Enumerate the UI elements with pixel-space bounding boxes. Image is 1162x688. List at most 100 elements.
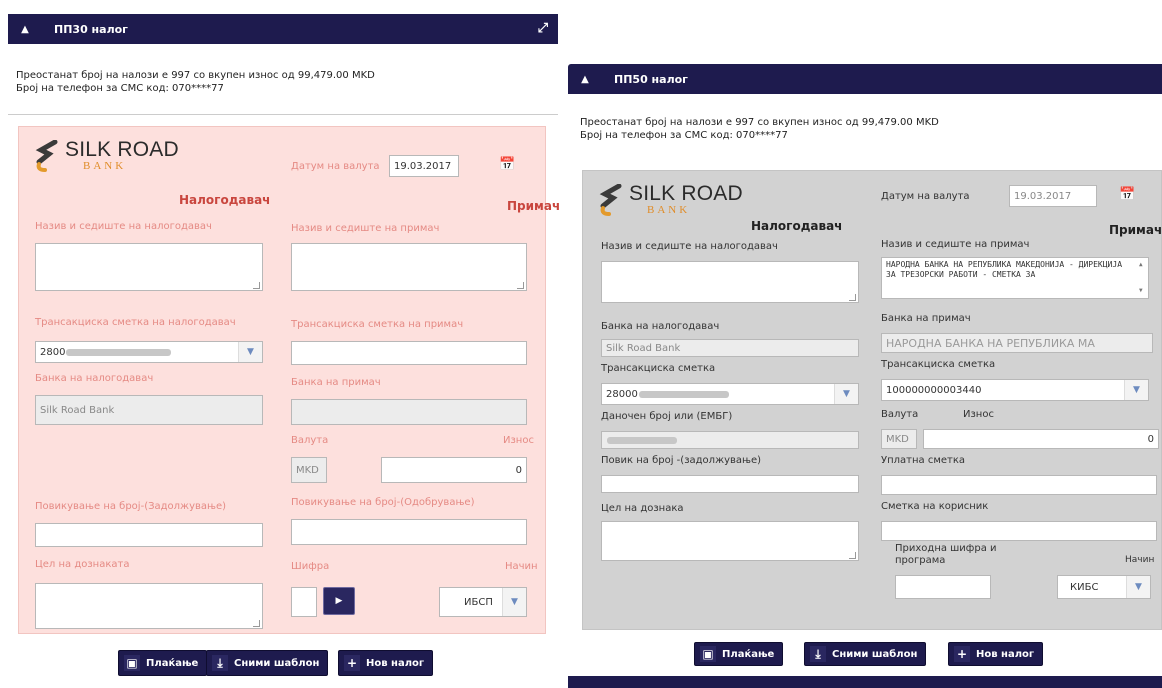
payee-account-input[interactable] xyxy=(291,341,527,365)
purpose-textarea[interactable] xyxy=(35,583,263,629)
revenue-code-label: Приходна шифра и програма xyxy=(895,543,997,566)
payer-name-label: Назив и седиште на налогодавач xyxy=(35,221,212,232)
chevron-down-icon[interactable]: ▼ xyxy=(1126,576,1150,598)
purpose-label: Цел на дознаката xyxy=(35,559,130,570)
pp50-panel-title: ПП50 налог xyxy=(614,72,688,86)
code-label: Шифра xyxy=(291,561,330,572)
payee-bank-label: Банка на примач xyxy=(291,377,381,388)
currency-label: Валута xyxy=(881,409,919,420)
next-panel-header[interactable] xyxy=(568,676,1162,688)
pay-button[interactable]: ▣ Плаќање xyxy=(694,642,784,666)
pp50-form: SILK ROAD BANK Налогодавач Датум на валу… xyxy=(582,170,1162,630)
currency-field: MKD xyxy=(881,429,917,449)
amount-value: 0 xyxy=(515,464,522,476)
code-input[interactable] xyxy=(291,587,317,617)
save-template-label: Сними шаблон xyxy=(832,648,918,660)
payee-ref-label: Повикување на број-(Одобрување) xyxy=(291,497,475,508)
method-select[interactable]: КИБС ▼ xyxy=(1057,575,1151,599)
method-label: Начин xyxy=(1125,555,1155,565)
payee-name-textarea[interactable]: НАРОДНА БАНКА НА РЕПУБЛИКА МАКЕДОНИЈА - … xyxy=(881,257,1149,299)
sms-phone-text: Број на телефон за СМС код: 070****77 xyxy=(580,130,788,141)
save-template-button[interactable]: ⤓ Сними шаблон xyxy=(804,642,927,666)
pp30-info: Преостанат број на налози е 997 со вкупе… xyxy=(16,69,375,95)
payer-ref-label: Повикување на број-(Задолжување) xyxy=(35,501,227,512)
remaining-orders-text: Преостанат број на налози е 997 со вкупе… xyxy=(580,117,939,128)
payer-account-label: Трансакциска сметка xyxy=(601,363,716,374)
payee-ref-input[interactable] xyxy=(291,519,527,545)
pp30-form: SILK ROAD BANK Налогодавач Датум на валу… xyxy=(18,126,560,634)
code-lookup-button[interactable]: ▶ xyxy=(323,587,355,615)
pp30-panel: ▲ ПП30 налог ⤢ Преостанат број на налози… xyxy=(8,14,560,688)
plus-icon: + xyxy=(344,655,360,671)
user-account-input[interactable] xyxy=(881,521,1157,541)
pay-button-label: Плаќање xyxy=(146,657,199,669)
calendar-icon[interactable]: 📅 xyxy=(499,157,515,172)
payer-name-textarea[interactable] xyxy=(601,261,859,303)
payee-name-value: НАРОДНА БАНКА НА РЕПУБЛИКА МАКЕДОНИЈА - … xyxy=(886,260,1123,279)
save-template-label: Сними шаблон xyxy=(234,657,320,669)
revenue-code-input[interactable] xyxy=(895,575,991,599)
payer-bank-field: Silk Road Bank xyxy=(601,339,859,357)
payer-account-label: Трансакциска сметка на налогодавач xyxy=(35,317,236,328)
purpose-label: Цел на дознака xyxy=(601,503,684,514)
payer-bank-label: Банка на налогодавач xyxy=(601,321,720,332)
value-date-label: Датум на валута xyxy=(881,191,970,202)
purpose-textarea[interactable] xyxy=(601,521,859,561)
chevron-down-icon[interactable]: ▼ xyxy=(1124,380,1148,400)
bank-logo: SILK ROAD BANK xyxy=(35,139,179,172)
currency-field: MKD xyxy=(291,457,327,483)
calendar-icon[interactable]: 📅 xyxy=(1119,187,1135,202)
payer-account-value: 2800 xyxy=(40,346,66,358)
new-order-button[interactable]: + Нов налог xyxy=(338,650,434,676)
method-value: ИБСП xyxy=(464,596,493,608)
pp50-panel: ▲ ПП50 налог Преостанат број на налози е… xyxy=(568,64,1162,688)
amount-input[interactable]: 0 xyxy=(923,429,1159,449)
currency-label: Валута xyxy=(291,435,329,446)
new-order-button[interactable]: + Нов налог xyxy=(948,642,1044,666)
method-value: КИБС xyxy=(1070,581,1099,593)
payment-icon: ▣ xyxy=(700,646,716,662)
pay-button[interactable]: ▣ Плаќање xyxy=(118,650,208,676)
payer-account-select[interactable]: 28000 ▼ xyxy=(601,383,859,405)
value-date-input[interactable]: 19.03.2017 xyxy=(389,155,459,177)
chevron-down-icon[interactable]: ▼ xyxy=(238,342,262,362)
chevron-down-icon[interactable]: ▼ xyxy=(834,384,858,404)
payee-name-textarea[interactable] xyxy=(291,243,527,291)
chevron-up-icon[interactable]: ▲ xyxy=(578,74,592,85)
new-order-label: Нов налог xyxy=(976,648,1035,660)
payer-name-textarea[interactable] xyxy=(35,243,263,291)
download-icon: ⤓ xyxy=(810,646,826,662)
value-date-label: Датум на валута xyxy=(291,161,380,172)
pp30-panel-title: ПП30 налог xyxy=(54,22,128,36)
amount-input[interactable]: 0 xyxy=(381,457,527,483)
bank-logo-sub: BANK xyxy=(647,204,691,216)
pp50-info: Преостанат број на налози е 997 со вкупе… xyxy=(580,116,939,142)
download-icon: ⤓ xyxy=(212,655,228,671)
value-date-input[interactable]: 19.03.2017 xyxy=(1009,185,1097,207)
tax-number-label: Даночен број или (ЕМБГ) xyxy=(601,411,733,422)
tax-number-field xyxy=(601,431,859,449)
pp30-panel-header[interactable]: ▲ ПП30 налог ⤢ xyxy=(8,14,558,44)
payer-ref-label: Повик на број -(задолжување) xyxy=(601,455,762,466)
textarea-scrollbar[interactable]: ▲ ▼ xyxy=(1139,260,1147,296)
payer-account-select[interactable]: 2800 ▼ xyxy=(35,341,263,363)
new-order-label: Нов налог xyxy=(366,657,425,669)
payee-bank-field: НАРОДНА БАНКА НА РЕПУБЛИКА МА xyxy=(881,333,1153,353)
save-template-button[interactable]: ⤓ Сними шаблон xyxy=(206,650,329,676)
sms-phone-text: Број на телефон за СМС код: 070****77 xyxy=(16,83,224,94)
payee-account-select[interactable]: 100000000003440 ▼ xyxy=(881,379,1149,401)
pp50-panel-header[interactable]: ▲ ПП50 налог xyxy=(568,64,1162,94)
deposit-account-input[interactable] xyxy=(881,475,1157,495)
payer-ref-input[interactable] xyxy=(601,475,859,493)
chevron-up-icon[interactable]: ▲ xyxy=(18,24,32,35)
pay-button-label: Плаќање xyxy=(722,648,775,660)
user-account-label: Сметка на корисник xyxy=(881,501,989,512)
payee-account-value: 100000000003440 xyxy=(886,384,982,396)
payment-icon: ▣ xyxy=(124,655,140,671)
method-select[interactable]: ИБСП ▼ xyxy=(439,587,527,617)
expand-icon[interactable]: ⤢ xyxy=(538,21,548,36)
payer-ref-input[interactable] xyxy=(35,523,263,547)
payee-bank-label: Банка на примач xyxy=(881,313,971,324)
chevron-down-icon[interactable]: ▼ xyxy=(502,588,526,616)
payer-heading: Налогодавач xyxy=(179,193,271,207)
